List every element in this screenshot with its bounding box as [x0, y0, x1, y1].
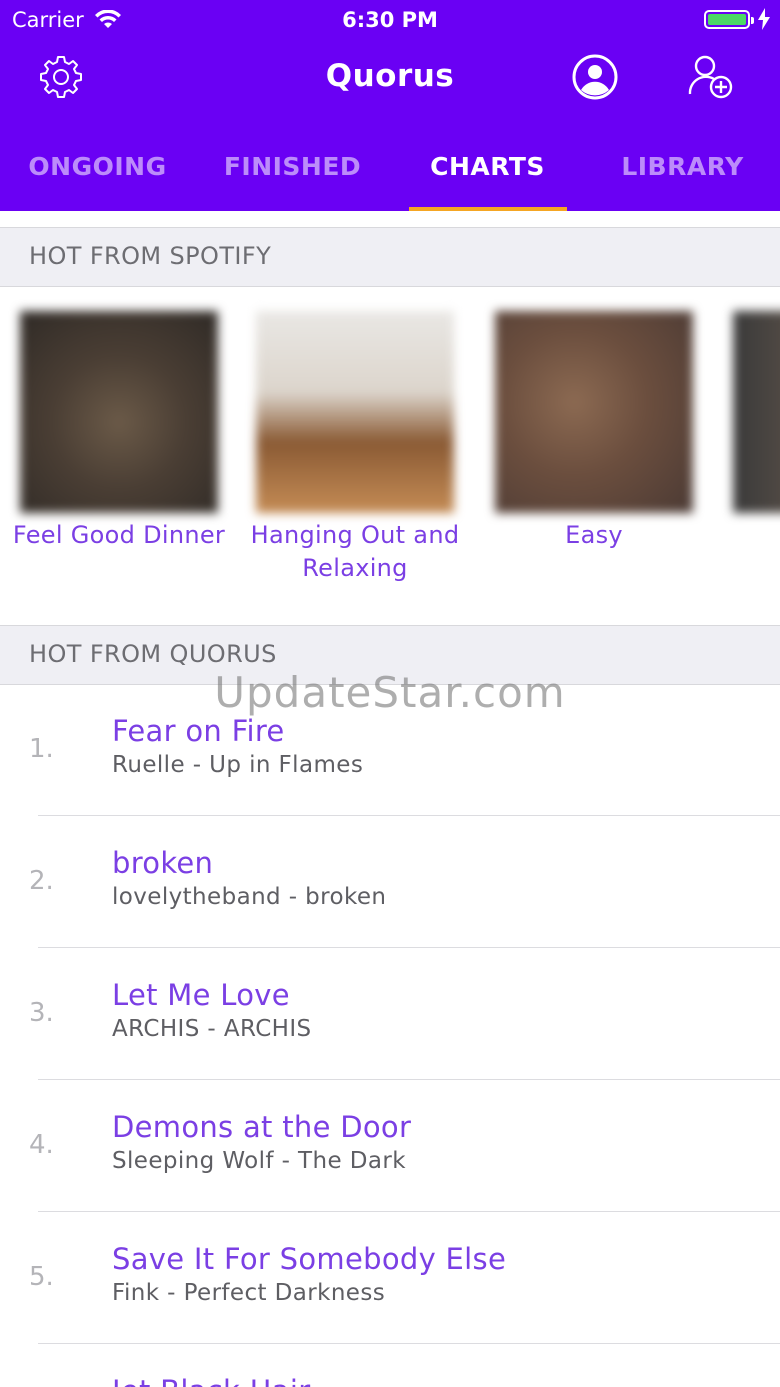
- tab-finished[interactable]: FINISHED: [195, 140, 390, 211]
- song-subtitle: Sleeping Wolf - The Dark: [112, 1148, 406, 1174]
- add-user-icon: [686, 52, 736, 106]
- playlist-card[interactable]: Feel Good Dinner: [13, 311, 225, 549]
- playlist-card[interactable]: Easy: [495, 311, 693, 549]
- chart-rank: 4.: [29, 1130, 54, 1160]
- playlist-title: R: [663, 519, 780, 552]
- tab-ongoing[interactable]: ONGOING: [0, 140, 195, 211]
- playlist-card[interactable]: R: [733, 311, 780, 513]
- chart-row[interactable]: 3. Let Me Love ARCHIS - ARCHIS: [0, 948, 780, 1080]
- app-header: Carrier 6:30 PM Quorus ONGOING FINISHED …: [0, 0, 780, 211]
- tab-bar: ONGOING FINISHED CHARTS LIBRARY: [0, 140, 780, 211]
- playlist-artwork: [20, 311, 218, 513]
- playlist-title: Hanging Out and Relaxing: [250, 521, 460, 582]
- song-subtitle: Ruelle - Up in Flames: [112, 752, 364, 778]
- battery-icon: [704, 10, 754, 29]
- section-heading-quorus: HOT FROM QUORUS: [0, 625, 780, 685]
- song-subtitle: Fink - Perfect Darkness: [112, 1280, 386, 1306]
- status-bar: Carrier 6:30 PM: [0, 0, 780, 40]
- song-title: Let Me Love: [112, 978, 290, 1012]
- chart-rank: 3.: [29, 998, 54, 1028]
- chart-rank: 2.: [29, 866, 54, 896]
- song-title: Fear on Fire: [112, 714, 285, 748]
- chart-rank: 1.: [29, 734, 54, 764]
- profile-button[interactable]: [570, 54, 620, 104]
- chart-row[interactable]: 4. Demons at the Door Sleeping Wolf - Th…: [0, 1080, 780, 1212]
- bolt-icon: [758, 8, 770, 34]
- song-subtitle: lovelytheband - broken: [112, 884, 387, 910]
- playlist-artwork: [256, 311, 454, 513]
- tab-library[interactable]: LIBRARY: [585, 140, 780, 211]
- playlist-artwork: [495, 311, 693, 513]
- chart-rank: 5.: [29, 1262, 54, 1292]
- playlist-title: Feel Good Dinner: [12, 521, 226, 549]
- add-friend-button[interactable]: [686, 54, 736, 104]
- song-title: broken: [112, 846, 214, 880]
- app-title: Quorus: [325, 58, 455, 94]
- chart-row[interactable]: 2. broken lovelytheband - broken: [0, 816, 780, 948]
- section-heading-spotify: HOT FROM SPOTIFY: [0, 227, 780, 287]
- active-tab-indicator: [409, 207, 567, 211]
- chart-row[interactable]: Jet Black Hair: [0, 1344, 780, 1387]
- playlist-card[interactable]: Hanging Out and Relaxing: [251, 311, 459, 582]
- playlist-artwork: [733, 311, 780, 513]
- user-circle-icon: [571, 53, 619, 105]
- song-title: Jet Black Hair: [112, 1374, 310, 1387]
- playlist-carousel[interactable]: Feel Good Dinner Hanging Out and Relaxin…: [0, 287, 780, 625]
- song-title: Save It For Somebody Else: [112, 1242, 507, 1276]
- status-time: 6:30 PM: [342, 8, 438, 32]
- chart-row[interactable]: 5. Save It For Somebody Else Fink - Perf…: [0, 1212, 780, 1344]
- song-title: Demons at the Door: [112, 1110, 412, 1144]
- song-subtitle: ARCHIS - ARCHIS: [112, 1016, 312, 1042]
- chart-row[interactable]: 1. Fear on Fire Ruelle - Up in Flames: [0, 684, 780, 816]
- tab-charts[interactable]: CHARTS: [390, 140, 585, 211]
